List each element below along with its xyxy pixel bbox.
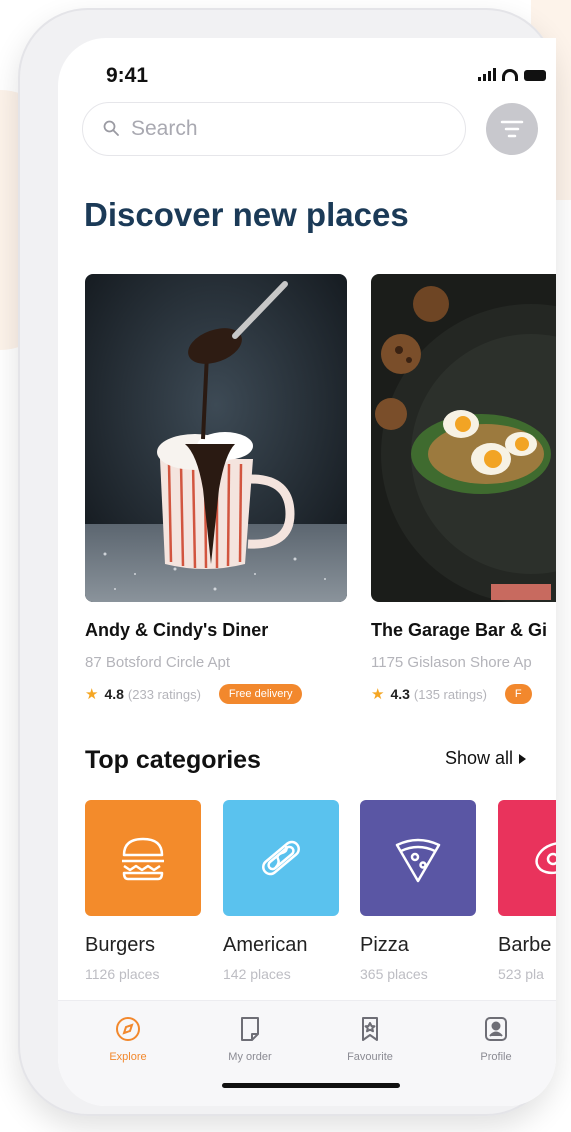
category-tile [360,800,476,916]
tab-profile[interactable]: Profile [456,1015,536,1063]
category-name: Pizza [360,934,409,956]
category-count: 523 pla [498,966,544,982]
phone-frame: 9:41 Search Discover new places Andy & C… [18,8,556,1116]
place-meta: ★ 4.3 (135 ratings) F [371,684,532,704]
star-icon: ★ [85,686,99,703]
filter-button[interactable] [486,103,538,155]
category-tile [223,800,339,916]
status-time: 9:41 [106,64,149,87]
page-title: Discover new places [84,196,409,233]
place-photo-dessert [85,274,347,602]
place-card[interactable]: The Garage Bar & Gi 1175 Gislason Shore … [371,274,556,714]
place-name: The Garage Bar & Gi [371,620,548,640]
place-address: 1175 Gislason Shore Ap [371,654,532,671]
hotdog-icon [262,840,300,876]
place-address: 87 Botsford Circle Apt [85,654,231,671]
search-input[interactable]: Search [82,102,466,156]
place-ratings-count: (233 ratings) [127,686,201,702]
compass-icon [116,1017,140,1041]
category-name: Barbe [498,934,552,956]
pizza-icon [395,838,441,883]
category-item-pizza[interactable]: Pizza 365 places [360,800,476,982]
star-icon: ★ [371,686,385,703]
filter-icon [500,120,524,138]
category-name: Burgers [85,934,156,956]
tab-label: Explore [109,1051,147,1063]
search-placeholder: Search [131,117,198,140]
document-icon [241,1017,259,1041]
profile-icon [485,1017,507,1041]
show-all-link[interactable]: Show all [445,748,527,769]
category-count: 1126 places [85,966,160,982]
bookmark-icon [362,1017,378,1041]
place-card[interactable]: Andy & Cindy's Diner 87 Botsford Circle … [85,274,347,704]
burger-icon [122,837,164,881]
meat-icon [535,841,556,875]
place-rating: 4.8 [104,686,124,702]
tab-bar: Explore My order Favourite Profile [58,1000,556,1106]
status-icons [478,68,546,81]
delivery-badge: F [504,684,532,704]
status-bar: 9:41 [106,62,546,92]
signal-icon [478,68,496,81]
wifi-icon [502,69,518,81]
section-title: Top categories [85,746,261,774]
place-ratings-count: (135 ratings) [413,686,487,702]
tab-my-order[interactable]: My order [210,1015,290,1063]
delivery-badge: Free delivery [218,684,303,704]
tab-label: My order [228,1051,272,1063]
place-meta: ★ 4.8 (233 ratings) Free delivery [85,684,303,704]
tab-label: Profile [480,1051,512,1063]
category-item-barbecue[interactable]: Barbe 523 pla [498,800,556,990]
battery-icon [524,70,546,81]
category-name: American [223,934,308,956]
category-tile [85,800,201,916]
show-all-label: Show all [445,748,514,768]
place-name: Andy & Cindy's Diner [85,620,269,640]
chevron-right-icon [519,753,527,764]
category-tile [498,800,556,916]
category-item-american[interactable]: American 142 places [223,800,339,982]
tab-favourite[interactable]: Favourite [330,1015,410,1063]
search-icon [103,120,119,136]
category-item-burgers[interactable]: Burgers 1126 places [85,800,201,982]
category-count: 365 places [360,966,428,982]
place-rating: 4.3 [390,686,410,702]
tab-label: Favourite [347,1051,393,1063]
app-screen: 9:41 Search Discover new places Andy & C… [58,38,556,1106]
home-indicator [222,1083,400,1088]
category-count: 142 places [223,966,291,982]
place-photo-salad [371,274,556,602]
tab-explore[interactable]: Explore [88,1015,168,1063]
